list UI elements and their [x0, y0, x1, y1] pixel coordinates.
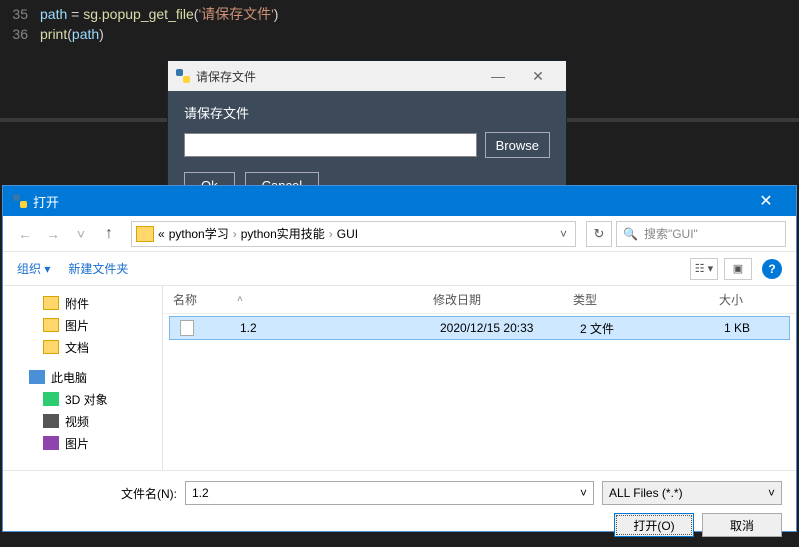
breadcrumb[interactable]: « python学习› python实用技能› GUI ˅: [131, 221, 576, 247]
folder-icon: [43, 296, 59, 310]
help-button[interactable]: ?: [762, 259, 782, 279]
pc-icon: [29, 370, 45, 384]
line-number: 36: [0, 26, 40, 42]
sidebar: 附件 图片 文档 此电脑 3D 对象 视频 图片: [3, 286, 163, 470]
back-button[interactable]: ←: [13, 222, 37, 246]
search-icon: 🔍: [623, 227, 638, 241]
preview-pane-button[interactable]: ▣: [724, 258, 752, 280]
organize-menu[interactable]: 组织 ▾: [17, 260, 50, 277]
sidebar-item[interactable]: 图片: [3, 314, 162, 336]
line-number: 35: [0, 6, 40, 22]
sidebar-item[interactable]: 图片: [3, 432, 162, 454]
file-list: 名称˄ 修改日期 类型 大小 1.2 2020/12/15 20:33 2 文件…: [163, 286, 796, 470]
close-icon[interactable]: ✕: [746, 191, 786, 211]
sidebar-item[interactable]: 附件: [3, 292, 162, 314]
chevron-down-icon: ˅: [768, 486, 775, 500]
up-button[interactable]: ↑: [97, 222, 121, 246]
popup-title-text: 请保存文件: [196, 68, 256, 85]
new-folder-button[interactable]: 新建文件夹: [68, 260, 128, 277]
list-item[interactable]: 1.2 2020/12/15 20:33 2 文件 1 KB: [169, 316, 790, 340]
open-button[interactable]: 打开(O): [614, 513, 694, 537]
browse-button[interactable]: Browse: [485, 132, 550, 158]
folder-icon: [43, 318, 59, 332]
filetype-filter[interactable]: ALL Files (*.*) ˅: [602, 481, 782, 505]
code-editor: 35 path = sg.popup_get_file('请保存文件') 36 …: [0, 0, 799, 48]
sidebar-item[interactable]: 视频: [3, 410, 162, 432]
dialog-title: 打开: [33, 192, 59, 211]
popup-prompt: 请保存文件: [184, 103, 550, 122]
folder-icon: [43, 340, 59, 354]
list-header[interactable]: 名称˄ 修改日期 类型 大小: [163, 286, 796, 314]
sidebar-item[interactable]: 3D 对象: [3, 388, 162, 410]
python-icon: [13, 194, 27, 208]
picture-icon: [43, 436, 59, 450]
search-input[interactable]: 🔍 搜索"GUI": [616, 221, 786, 247]
nav-bar: ← → ˅ ↑ « python学习› python实用技能› GUI ˅ ↻ …: [3, 216, 796, 252]
python-icon: [176, 69, 190, 83]
cancel-button[interactable]: 取消: [702, 513, 782, 537]
refresh-button[interactable]: ↻: [586, 221, 612, 247]
forward-button[interactable]: →: [41, 222, 65, 246]
popup-titlebar[interactable]: 请保存文件 — ✕: [168, 61, 566, 91]
3d-icon: [43, 392, 59, 406]
video-icon: [43, 414, 59, 428]
recent-dropdown[interactable]: ˅: [69, 222, 93, 246]
folder-icon: [136, 226, 154, 242]
filename-input[interactable]: 1.2 ˅: [185, 481, 594, 505]
minimize-icon[interactable]: —: [478, 68, 518, 84]
file-icon: [180, 320, 194, 336]
sort-indicator-icon: ˄: [237, 294, 243, 305]
view-mode-button[interactable]: ☷ ▾: [690, 258, 718, 280]
filename-label: 文件名(N):: [17, 485, 177, 502]
sidebar-item[interactable]: 文档: [3, 336, 162, 358]
sidebar-item-this-pc[interactable]: 此电脑: [3, 366, 162, 388]
file-dialog: 打开 ✕ ← → ˅ ↑ « python学习› python实用技能› GUI…: [2, 185, 797, 532]
toolbar: 组织 ▾ 新建文件夹 ☷ ▾ ▣ ?: [3, 252, 796, 286]
close-icon[interactable]: ✕: [518, 68, 558, 85]
chevron-down-icon[interactable]: ˅: [556, 227, 571, 241]
dialog-titlebar[interactable]: 打开 ✕: [3, 186, 796, 216]
chevron-down-icon[interactable]: ˅: [580, 486, 587, 500]
popup-file-input[interactable]: [184, 133, 477, 157]
